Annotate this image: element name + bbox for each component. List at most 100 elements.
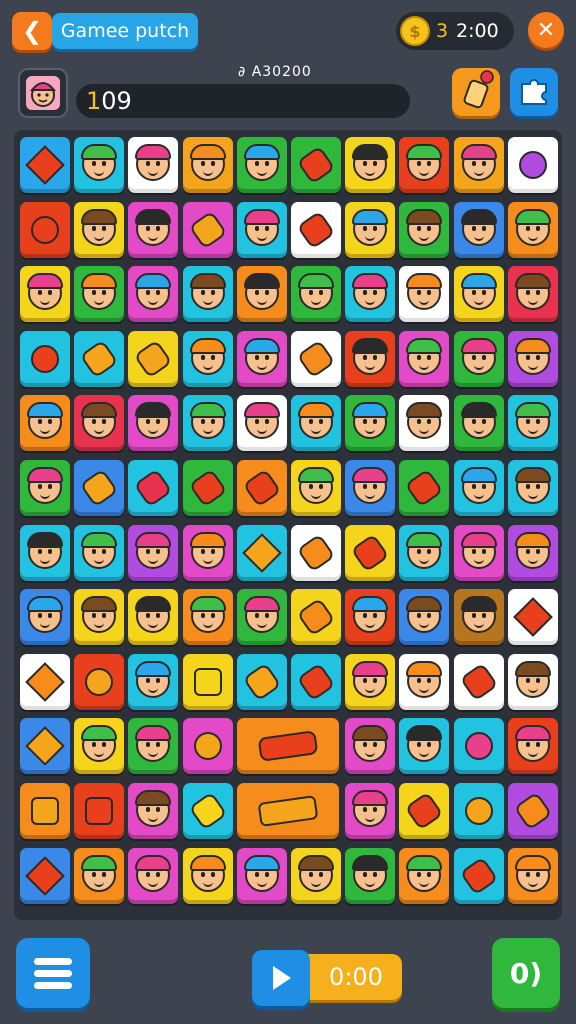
tile[interactable] [345, 330, 396, 387]
tile[interactable] [128, 783, 179, 839]
tile[interactable] [20, 524, 70, 581]
tile[interactable] [291, 589, 341, 646]
tile[interactable] [507, 653, 558, 710]
go-button[interactable]: 0) [492, 938, 560, 1008]
tile[interactable] [345, 783, 396, 839]
tile[interactable] [345, 653, 396, 710]
tile[interactable] [291, 266, 341, 323]
tile[interactable] [182, 395, 233, 452]
tile[interactable] [74, 137, 125, 193]
tile[interactable] [453, 137, 504, 193]
tile[interactable] [20, 137, 70, 193]
play-button[interactable] [252, 950, 310, 1006]
tile[interactable] [399, 330, 450, 387]
tile[interactable] [399, 201, 450, 258]
tile[interactable] [128, 524, 179, 581]
tile[interactable] [507, 524, 558, 581]
tile[interactable] [128, 201, 179, 258]
tile[interactable] [291, 330, 341, 387]
tile[interactable] [182, 783, 233, 839]
tile[interactable] [74, 201, 125, 258]
tile[interactable] [453, 460, 504, 516]
tile[interactable] [507, 718, 558, 775]
tile[interactable] [399, 524, 450, 581]
tile[interactable] [74, 330, 125, 387]
tile[interactable] [20, 589, 70, 646]
tile[interactable] [182, 589, 233, 646]
tile[interactable] [345, 524, 396, 581]
tile[interactable] [399, 847, 450, 904]
tile[interactable] [128, 718, 179, 775]
player-avatar-icon[interactable] [18, 68, 68, 118]
tile[interactable] [128, 266, 179, 323]
tile[interactable] [74, 395, 125, 452]
tile[interactable] [236, 137, 287, 193]
tile[interactable] [507, 589, 558, 646]
tile[interactable] [399, 653, 450, 710]
tile[interactable] [128, 395, 179, 452]
tile[interactable] [20, 718, 70, 775]
tile[interactable] [399, 589, 450, 646]
tile[interactable] [507, 137, 558, 193]
tile[interactable] [399, 783, 450, 839]
tile[interactable] [128, 137, 179, 193]
tile[interactable] [453, 718, 504, 775]
tile[interactable] [507, 847, 558, 904]
tile[interactable] [74, 783, 125, 839]
tile[interactable] [345, 847, 396, 904]
tile[interactable] [236, 330, 287, 387]
tile[interactable] [182, 524, 233, 581]
tile[interactable] [345, 266, 396, 323]
tile[interactable] [236, 718, 339, 775]
tile[interactable] [182, 330, 233, 387]
tile[interactable] [291, 460, 341, 516]
tile[interactable] [20, 460, 70, 516]
tile[interactable] [507, 783, 558, 839]
tile[interactable] [20, 201, 70, 258]
tile[interactable] [236, 524, 287, 581]
tile[interactable] [345, 589, 396, 646]
tile[interactable] [20, 847, 70, 904]
tile[interactable] [20, 330, 70, 387]
tile[interactable] [74, 266, 125, 323]
tile[interactable] [236, 395, 287, 452]
tile[interactable] [182, 266, 233, 323]
tile[interactable] [128, 460, 179, 516]
menu-button[interactable] [16, 938, 90, 1008]
back-button[interactable]: ❮ [12, 12, 52, 50]
tile[interactable] [128, 653, 179, 710]
tile[interactable] [345, 460, 396, 516]
tile[interactable] [453, 847, 504, 904]
tile[interactable] [236, 201, 287, 258]
tile[interactable] [74, 718, 125, 775]
tile[interactable] [453, 783, 504, 839]
tile[interactable] [453, 266, 504, 323]
tile[interactable] [399, 460, 450, 516]
tile[interactable] [507, 330, 558, 387]
tile[interactable] [345, 395, 396, 452]
tile[interactable] [453, 524, 504, 581]
tile[interactable] [182, 201, 233, 258]
tile[interactable] [236, 783, 339, 839]
tile[interactable] [74, 847, 125, 904]
tile[interactable] [453, 589, 504, 646]
tile[interactable] [453, 653, 504, 710]
tile[interactable] [236, 589, 287, 646]
tile[interactable] [399, 395, 450, 452]
tile[interactable] [236, 460, 287, 516]
tile[interactable] [20, 266, 70, 323]
tile[interactable] [74, 524, 125, 581]
tile[interactable] [182, 137, 233, 193]
tile[interactable] [128, 589, 179, 646]
tile[interactable] [399, 718, 450, 775]
tile[interactable] [453, 201, 504, 258]
tile[interactable] [236, 266, 287, 323]
tile[interactable] [291, 524, 341, 581]
tile[interactable] [128, 330, 179, 387]
tile[interactable] [291, 201, 341, 258]
powerup-button[interactable] [452, 68, 500, 116]
tile[interactable] [399, 266, 450, 323]
tile[interactable] [399, 137, 450, 193]
tile[interactable] [182, 653, 233, 710]
close-button[interactable]: ✕ [528, 12, 564, 48]
